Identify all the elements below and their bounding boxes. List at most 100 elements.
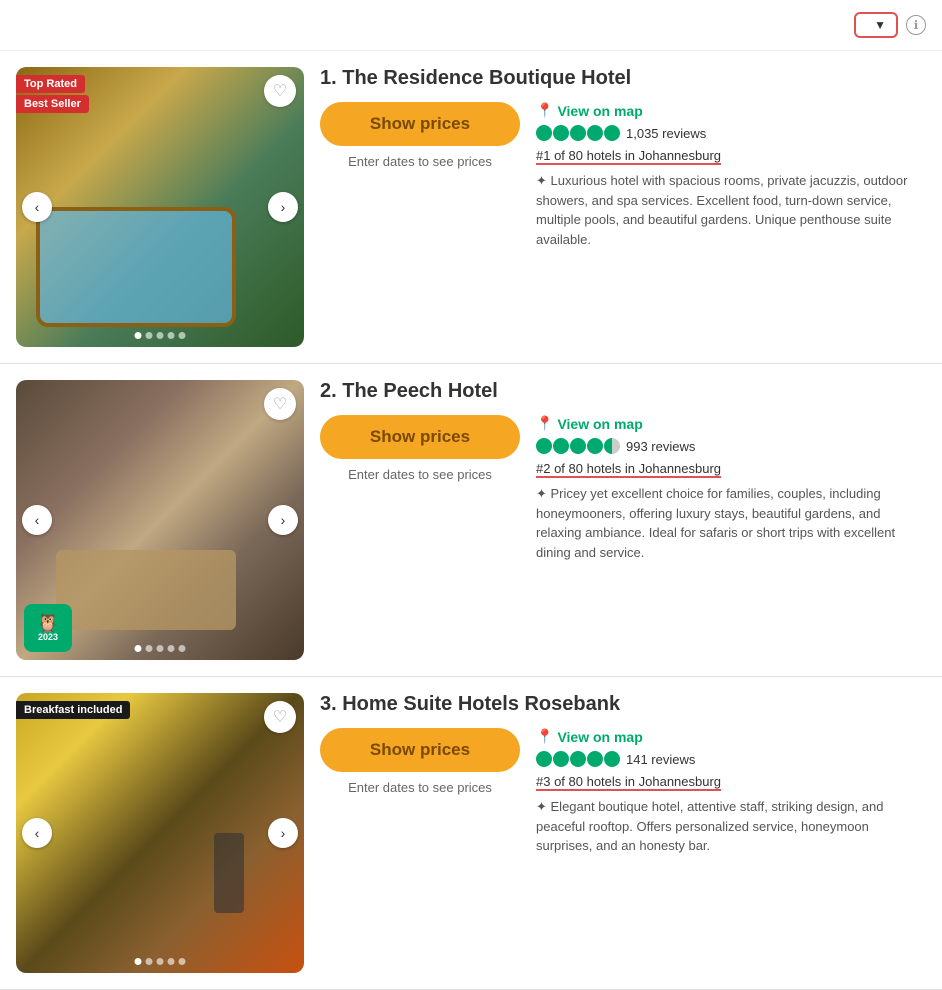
details-section: 📍 View on map 1,035 reviews #1 of 80 hot… <box>536 102 926 249</box>
pricing-section: Show prices Enter dates to see prices <box>320 728 520 856</box>
star-rating <box>536 438 620 454</box>
hotel-list: Top Rated Best Seller ♡ ‹ › 1. The Resid… <box>0 51 942 990</box>
view-on-map-link[interactable]: 📍 View on map <box>536 728 926 745</box>
hotel-middle: Show prices Enter dates to see prices 📍 … <box>320 102 926 249</box>
dot[interactable] <box>179 958 186 965</box>
image-dots <box>135 958 186 965</box>
details-section: 📍 View on map 141 reviews #3 of 80 hotel… <box>536 728 926 856</box>
dot[interactable] <box>157 645 164 652</box>
tripadvisor-year: 2023 <box>38 632 58 642</box>
dot[interactable] <box>168 645 175 652</box>
image-next-button[interactable]: › <box>268 505 298 535</box>
dot[interactable] <box>135 332 142 339</box>
pricing-section: Show prices Enter dates to see prices <box>320 415 520 562</box>
dot[interactable] <box>168 958 175 965</box>
ranking-text: #1 of 80 hotels in Johannesburg <box>536 148 721 165</box>
image-prev-button[interactable]: ‹ <box>22 192 52 222</box>
image-prev-button[interactable]: ‹ <box>22 818 52 848</box>
jacuzzi-overlay <box>36 207 236 327</box>
hotel-info: 2. The Peech Hotel Show prices Enter dat… <box>320 380 926 660</box>
image-dots <box>135 645 186 652</box>
favorite-button[interactable]: ♡ <box>264 701 296 733</box>
review-count: 993 reviews <box>626 439 695 454</box>
map-pin-icon: 📍 <box>536 728 553 745</box>
enter-dates-text: Enter dates to see prices <box>348 467 492 482</box>
show-prices-button[interactable]: Show prices <box>320 728 520 772</box>
hotel-middle: Show prices Enter dates to see prices 📍 … <box>320 415 926 562</box>
badge-breakfast: Breakfast included <box>16 701 130 719</box>
enter-dates-text: Enter dates to see prices <box>348 154 492 169</box>
star-full <box>553 751 569 767</box>
hotel-image <box>16 693 304 973</box>
hotel-card: Top Rated Best Seller ♡ ‹ › 1. The Resid… <box>0 51 942 364</box>
chevron-down-icon: ▼ <box>874 18 886 32</box>
bed-overlay <box>56 550 236 630</box>
hotel-image-container: ♡ ‹ › 🦉 2023 <box>16 380 304 660</box>
hotel-image-container: Top Rated Best Seller ♡ ‹ › <box>16 67 304 347</box>
star-rating <box>536 751 620 767</box>
figure-overlay <box>214 833 244 913</box>
star-full <box>587 438 603 454</box>
view-on-map-link[interactable]: 📍 View on map <box>536 102 926 119</box>
star-full <box>570 751 586 767</box>
dot[interactable] <box>146 645 153 652</box>
view-on-map-label: View on map <box>557 729 642 745</box>
star-rating <box>536 125 620 141</box>
stars-row: 1,035 reviews <box>536 125 926 141</box>
pricing-section: Show prices Enter dates to see prices <box>320 102 520 249</box>
dot[interactable] <box>135 645 142 652</box>
badge-best-seller: Best Seller <box>16 95 89 113</box>
enter-dates-text: Enter dates to see prices <box>348 780 492 795</box>
info-icon[interactable]: ℹ <box>906 15 926 35</box>
star-full <box>587 751 603 767</box>
dot[interactable] <box>146 958 153 965</box>
review-count: 141 reviews <box>626 752 695 767</box>
image-dots <box>135 332 186 339</box>
tripadvisor-owl-icon: 🦉 <box>37 614 59 632</box>
hotel-name: 2. The Peech Hotel <box>320 380 926 403</box>
star-full <box>553 438 569 454</box>
star-full <box>570 125 586 141</box>
map-pin-icon: 📍 <box>536 415 553 432</box>
dot[interactable] <box>157 958 164 965</box>
ranking-text: #2 of 80 hotels in Johannesburg <box>536 461 721 478</box>
stars-row: 993 reviews <box>536 438 926 454</box>
star-full <box>604 751 620 767</box>
star-full <box>553 125 569 141</box>
hotel-info: 3. Home Suite Hotels Rosebank Show price… <box>320 693 926 973</box>
dot[interactable] <box>135 958 142 965</box>
hotel-card: Breakfast included ♡ ‹ › 3. Home Suite H… <box>0 677 942 990</box>
view-on-map-label: View on map <box>557 416 642 432</box>
tripadvisor-badge: 🦉 2023 <box>24 604 72 652</box>
hotel-ranking: #3 of 80 hotels in Johannesburg <box>536 773 926 791</box>
details-section: 📍 View on map 993 reviews #2 of 80 hotel… <box>536 415 926 562</box>
dot[interactable] <box>157 332 164 339</box>
hotel-description: ✦ Luxurious hotel with spacious rooms, p… <box>536 171 926 249</box>
image-next-button[interactable]: › <box>268 192 298 222</box>
dot[interactable] <box>179 332 186 339</box>
image-next-button[interactable]: › <box>268 818 298 848</box>
show-prices-button[interactable]: Show prices <box>320 415 520 459</box>
image-prev-button[interactable]: ‹ <box>22 505 52 535</box>
favorite-button[interactable]: ♡ <box>264 75 296 107</box>
star-full <box>570 438 586 454</box>
review-count: 1,035 reviews <box>626 126 706 141</box>
dot[interactable] <box>179 645 186 652</box>
map-pin-icon: 📍 <box>536 102 553 119</box>
hotel-name: 3. Home Suite Hotels Rosebank <box>320 693 926 716</box>
star-half <box>604 438 620 454</box>
hotel-info: 1. The Residence Boutique Hotel Show pri… <box>320 67 926 347</box>
view-on-map-link[interactable]: 📍 View on map <box>536 415 926 432</box>
dot[interactable] <box>146 332 153 339</box>
star-full <box>536 438 552 454</box>
show-prices-button[interactable]: Show prices <box>320 102 520 146</box>
description-icon: ✦ <box>536 173 551 188</box>
favorite-button[interactable]: ♡ <box>264 388 296 420</box>
hotel-image-container: Breakfast included ♡ ‹ › <box>16 693 304 973</box>
sort-dropdown[interactable]: ▼ <box>854 12 898 38</box>
dot[interactable] <box>168 332 175 339</box>
hotel-description: ✦ Elegant boutique hotel, attentive staf… <box>536 797 926 856</box>
badge-top-rated: Top Rated <box>16 75 85 93</box>
hotel-description: ✦ Pricey yet excellent choice for famili… <box>536 484 926 562</box>
hotel-name: 1. The Residence Boutique Hotel <box>320 67 926 90</box>
